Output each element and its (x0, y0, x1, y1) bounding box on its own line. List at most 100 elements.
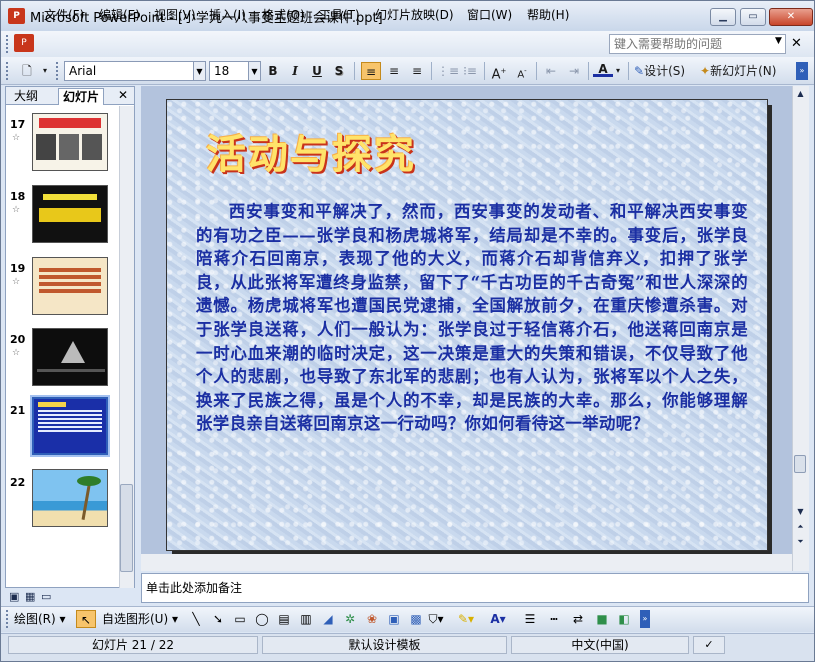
slide-thumbnail-20[interactable] (32, 328, 108, 386)
rectangle-icon[interactable]: ▭ (230, 610, 250, 628)
toolbar-overflow-icon[interactable]: » (796, 62, 808, 80)
bold-icon[interactable]: B (263, 62, 283, 80)
font-size-combo[interactable]: 18 (209, 61, 249, 81)
close-document-icon[interactable]: ✕ (791, 36, 802, 51)
slide-title[interactable]: 活动与探究 (206, 122, 416, 180)
editor-vertical-scrollbar[interactable] (792, 86, 809, 571)
increase-indent-icon[interactable]: ⇥ (564, 62, 584, 80)
maximize-button[interactable]: ▭ (740, 8, 766, 26)
dash-style-icon[interactable]: ┅ (544, 610, 564, 628)
arrow-icon[interactable]: ➘ (208, 610, 228, 628)
slide-thumbnail-21[interactable] (30, 395, 110, 457)
shadow-style-icon[interactable]: ■ (592, 610, 612, 628)
underline-icon[interactable]: U (307, 62, 327, 80)
line-style-icon[interactable]: ☰ (520, 610, 540, 628)
toolbar-grip-2[interactable] (56, 62, 59, 80)
align-left-icon[interactable]: ≡ (361, 62, 381, 80)
wordart-icon[interactable]: ◢ (318, 610, 338, 628)
slide-thumbnail-19[interactable] (32, 257, 108, 315)
scroll-down-icon[interactable]: ▼ (793, 505, 808, 519)
new-document-icon[interactable]: 🗋 (17, 62, 37, 80)
numbering-icon[interactable]: ⋮≡ (437, 62, 459, 80)
new-slide-button[interactable]: ✦新幻灯片(N) (700, 62, 792, 80)
editor-scroll-thumb[interactable] (794, 455, 806, 473)
oval-icon[interactable]: ◯ (252, 610, 272, 628)
clip-art-icon[interactable]: ❀ (362, 610, 382, 628)
insert-picture-icon[interactable]: ▣ (384, 610, 404, 628)
menu-format[interactable]: 格式(O) (262, 6, 305, 23)
normal-view-icon[interactable]: ▣ (9, 590, 19, 603)
document-icon[interactable]: P (14, 34, 34, 52)
select-objects-icon[interactable]: ↖ (76, 610, 96, 628)
autoshapes-label: 自选图形(U) (102, 612, 169, 626)
transition-star-icon: ☆ (12, 133, 21, 143)
draw-menu-button[interactable]: 绘图(R) ▾ (14, 610, 70, 628)
arrow-style-icon[interactable]: ⇄ (568, 610, 588, 628)
chevron-down-icon[interactable]: ▼ (194, 61, 206, 81)
menubar-grip[interactable] (6, 35, 9, 53)
drawbar-overflow-icon[interactable]: » (640, 610, 650, 628)
toolbar-separator (354, 62, 355, 80)
diagram-icon[interactable]: ✲ (340, 610, 360, 628)
spelling-check-icon[interactable]: ✓ (693, 636, 725, 654)
tab-outline[interactable]: 大纲 (10, 88, 42, 105)
align-center-icon[interactable]: ≡ (384, 62, 404, 80)
editor-horizontal-scrollbar[interactable] (141, 554, 792, 571)
menu-help[interactable]: 帮助(H) (527, 6, 569, 23)
toolbar-options-icon[interactable]: ▾ (40, 62, 50, 80)
increase-font-icon[interactable]: A+ (489, 62, 509, 82)
autoshapes-menu-button[interactable]: 自选图形(U) ▾ (102, 610, 184, 628)
align-right-icon[interactable]: ≡ (407, 62, 427, 80)
toolbar-grip[interactable] (6, 62, 9, 80)
shadow-icon[interactable]: S (329, 62, 349, 80)
font-color-draw-icon[interactable]: A▾ (484, 610, 512, 628)
fill-color-icon[interactable]: ⛉▾ (422, 610, 450, 628)
menu-slideshow[interactable]: 幻灯片放映(D) (375, 6, 454, 23)
slideshow-view-icon[interactable]: ▭ (41, 590, 51, 603)
tab-slides[interactable]: 幻灯片 (58, 88, 105, 105)
previous-slide-icon[interactable]: ⏶ (793, 520, 808, 534)
slides-pane-scroll-thumb[interactable] (120, 484, 133, 572)
scroll-up-icon[interactable]: ▲ (793, 87, 808, 101)
close-pane-icon[interactable]: ✕ (118, 88, 128, 102)
toolbar-separator (588, 62, 589, 80)
chevron-down-icon[interactable]: ▼ (249, 61, 261, 81)
decrease-font-icon[interactable]: A- (512, 62, 532, 80)
next-slide-icon[interactable]: ⏷ (793, 535, 808, 549)
slide-thumbnail-18[interactable] (32, 185, 108, 243)
3d-style-icon[interactable]: ◧ (614, 610, 634, 628)
menu-window[interactable]: 窗口(W) (467, 6, 512, 23)
slide-number: 17 (10, 118, 26, 131)
menu-edit[interactable]: 编辑(E) (99, 6, 140, 23)
close-window-button[interactable]: ✕ (769, 8, 813, 26)
menu-file[interactable]: 文件(F) (44, 6, 84, 23)
text-box-icon[interactable]: ▤ (274, 610, 294, 628)
slide-number: 18 (10, 190, 26, 203)
slide-sorter-view-icon[interactable]: ▦ (25, 590, 35, 603)
vertical-text-box-icon[interactable]: ▥ (296, 610, 316, 628)
powerpoint-app-icon[interactable]: P (8, 8, 25, 24)
decrease-indent-icon[interactable]: ⇤ (541, 62, 561, 80)
drawbar-grip[interactable] (6, 610, 9, 628)
italic-icon[interactable]: I (285, 62, 305, 80)
slide-thumbnail-22[interactable] (32, 469, 108, 527)
slide-thumbnail-17[interactable] (32, 113, 108, 171)
chevron-down-icon[interactable]: ▼ (775, 36, 782, 46)
font-name-combo[interactable]: Arial (64, 61, 194, 81)
minimize-button[interactable]: ▁ (710, 8, 736, 26)
line-color-icon[interactable]: ✎▾ (452, 610, 480, 628)
help-search-input[interactable] (609, 34, 786, 54)
bullets-icon[interactable]: ⁝≡ (460, 62, 480, 80)
design-label: 设计(S) (644, 64, 686, 78)
notes-pane[interactable]: 单击此处添加备注 (141, 573, 809, 603)
design-button[interactable]: ✎设计(S) (634, 62, 696, 80)
slide-body-text[interactable]: 西安事变和平解决了，然而，西安事变的发动者、和平解决西安事变的有功之臣——张学良… (196, 200, 748, 520)
toolbar-separator (431, 62, 432, 80)
chevron-down-icon[interactable]: ▾ (613, 62, 623, 80)
font-color-icon[interactable]: A (593, 62, 613, 77)
menu-view[interactable]: 视图(V) (154, 6, 196, 23)
line-icon[interactable]: ╲ (186, 610, 206, 628)
maximize-icon: ▭ (748, 11, 758, 22)
menu-insert[interactable]: 插入(I) (209, 6, 246, 23)
menu-tools[interactable]: 工具(T) (319, 6, 360, 23)
